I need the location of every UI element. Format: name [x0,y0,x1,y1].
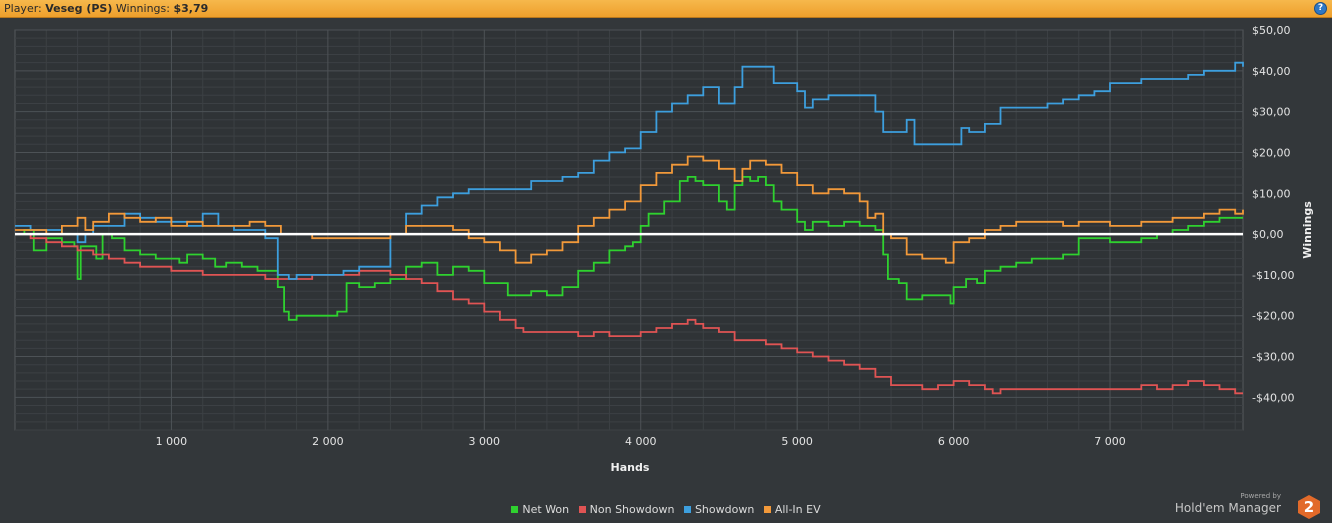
y-axis-title: Winnings [1301,201,1314,259]
legend-swatch [578,506,586,513]
y-tick-label: $10,00 [1252,187,1291,200]
y-tick-label: $20,00 [1252,146,1291,159]
legend-swatch [683,506,691,513]
legend-swatch [511,506,519,513]
powered-by-text: Powered by [1240,492,1281,500]
winnings-value: $3,79 [173,2,209,15]
brand: Powered by Hold'em Manager 2 [1120,492,1320,520]
title-bar: Player: Veseg (PS) Winnings: $3,79 ? [0,0,1332,18]
y-tick-label: $30,00 [1252,106,1291,119]
y-tick-label: $0,00 [1252,228,1284,241]
y-tick-label: $40,00 [1252,65,1291,78]
player-name: Veseg (PS) [45,2,113,15]
y-tick-label: $50,00 [1252,24,1291,37]
y-tick-label: -$10,00 [1252,269,1294,282]
y-tick-label: -$30,00 [1252,351,1294,364]
brand-name: Hold'em Manager [1174,501,1281,515]
legend-item-net-won[interactable]: Net Won [511,503,569,516]
legend-item-non-showdown[interactable]: Non Showdown [578,503,675,516]
y-tick-label: -$40,00 [1252,391,1294,404]
x-tick-label: 7 000 [1094,435,1126,448]
legend-label: All-In EV [774,503,821,516]
legend-swatch [763,506,771,513]
winnings-label: Winnings: [115,2,170,15]
x-tick-label: 1 000 [156,435,188,448]
player-label: Player: [4,2,42,15]
winnings-chart: $50,00 $40,00 $30,00 $20,00 $10,00 $0,00 -$10,… [14,24,1314,474]
hem-logo-icon: 2 [1298,495,1320,519]
brand-digit: 2 [1304,498,1314,516]
y-tick-label: -$20,00 [1252,310,1294,323]
x-tick-label: 2 000 [312,435,344,448]
legend-label: Net Won [522,503,570,516]
legend-item-showdown[interactable]: Showdown [683,503,755,516]
x-tick-label: 5 000 [781,435,813,448]
x-tick-label: 3 000 [469,435,501,448]
legend-item-all-in-ev[interactable]: All-In EV [763,503,821,516]
plot-background [14,29,1244,431]
x-tick-label: 4 000 [625,435,657,448]
help-icon[interactable]: ? [1314,2,1327,15]
x-axis-title: Hands [611,461,650,474]
legend-label: Non Showdown [589,503,675,516]
legend-label: Showdown [694,503,755,516]
x-tick-label: 6 000 [938,435,970,448]
